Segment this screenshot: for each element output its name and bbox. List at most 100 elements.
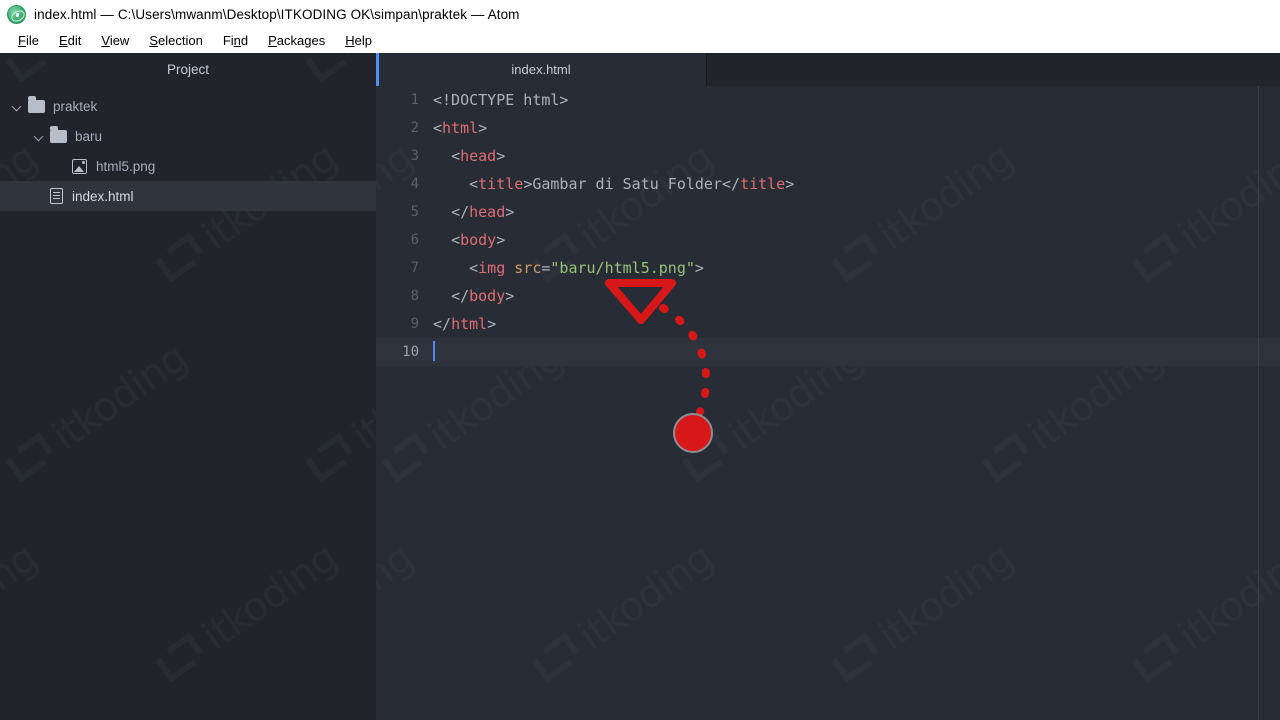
itkoding-logo-icon xyxy=(153,233,209,286)
tab-label: index.html xyxy=(511,62,571,77)
code-token-punct: </ xyxy=(433,315,452,333)
code-token-tag: title xyxy=(478,175,524,193)
code-line-text: </head> xyxy=(433,203,514,221)
itkoding-logo-icon xyxy=(153,633,209,686)
code-token-tag: html xyxy=(442,119,479,137)
code-token-punct: > xyxy=(496,147,506,165)
code-line-text xyxy=(433,341,435,362)
code-token-punct: > xyxy=(694,259,704,277)
watermark-text: itkoding xyxy=(44,335,195,460)
watermark-text: itkoding xyxy=(344,335,376,460)
folder-icon xyxy=(28,96,45,113)
watermark-itkoding: itkoding xyxy=(150,535,345,691)
tabbar-empty-space xyxy=(706,53,1280,86)
file-tree: praktek baru html5.png index.html xyxy=(0,86,376,211)
editor-pane: itkodingitkodingitkodingitkodingitkoding… xyxy=(376,53,1280,720)
code-line-text: <title>Gambar di Satu Folder</title> xyxy=(433,175,794,193)
code-token-tag: html xyxy=(451,315,488,333)
line-number: 7 xyxy=(410,260,419,276)
code-line-text: <img src="baru/html5.png"> xyxy=(433,259,704,277)
code-token-punct: < xyxy=(451,147,461,165)
code-line[interactable]: 3 <head> xyxy=(376,142,1280,170)
menu-item-selection[interactable]: Selection xyxy=(139,30,212,51)
chevron-down-icon[interactable] xyxy=(10,99,24,113)
html-file-icon xyxy=(50,188,63,204)
code-line[interactable]: 4 <title>Gambar di Satu Folder</title> xyxy=(376,170,1280,198)
menu-item-find[interactable]: Find xyxy=(213,30,258,51)
code-token-punct: </ xyxy=(451,287,470,305)
code-line-text: <!DOCTYPE html> xyxy=(433,91,568,109)
code-token-str: "baru/html5.png" xyxy=(550,259,695,277)
folder-icon xyxy=(50,126,67,143)
main-workspace: itkodingitkodingitkodingitkodingitkoding… xyxy=(0,53,1280,720)
text-cursor xyxy=(433,341,435,361)
code-line[interactable]: 7 <img src="baru/html5.png"> xyxy=(376,254,1280,282)
code-token-punct: > xyxy=(496,231,506,249)
code-token-punct: < xyxy=(469,175,479,193)
chevron-down-icon[interactable] xyxy=(32,129,46,143)
code-token-text: Gambar di Satu Folder xyxy=(532,175,722,193)
menubar: File Edit View Selection Find Packages Help xyxy=(0,28,1280,53)
window-titlebar: index.html — C:\Users\mwanm\Desktop\ITKO… xyxy=(0,0,1280,28)
code-token-punct: < xyxy=(451,231,461,249)
code-token-doctype: <!DOCTYPE html> xyxy=(433,91,569,109)
code-token-punct: </ xyxy=(451,203,470,221)
code-line[interactable]: 5 </head> xyxy=(376,198,1280,226)
code-token-punct: > xyxy=(505,287,515,305)
code-token-punct: > xyxy=(523,175,533,193)
code-token-attr: src xyxy=(514,259,542,277)
code-token-punct: > xyxy=(785,175,795,193)
tree-item-html5-png[interactable]: html5.png xyxy=(0,151,376,181)
code-line-text: </html> xyxy=(433,315,496,333)
code-line[interactable]: 1 <!DOCTYPE html> xyxy=(376,86,1280,114)
menu-item-view[interactable]: View xyxy=(91,30,139,51)
watermark-text: itkoding xyxy=(194,535,345,660)
tree-item-baru[interactable]: baru xyxy=(0,121,376,151)
wrap-guide-line xyxy=(1258,86,1259,720)
code-line[interactable]: 9 </html> xyxy=(376,310,1280,338)
code-line[interactable]: 10 xyxy=(376,338,1280,366)
menu-item-file[interactable]: File xyxy=(8,30,49,51)
sidebar-header: Project xyxy=(0,53,376,86)
window-title: index.html — C:\Users\mwanm\Desktop\ITKO… xyxy=(34,6,520,22)
tree-item-label: praktek xyxy=(53,98,98,114)
tab-index-html[interactable]: index.html xyxy=(376,53,706,86)
itkoding-logo-icon xyxy=(3,433,59,486)
line-number: 2 xyxy=(410,120,419,136)
line-number: 10 xyxy=(402,344,419,360)
tree-item-praktek[interactable]: praktek xyxy=(0,91,376,121)
code-token-tag: img xyxy=(478,259,506,277)
menu-item-edit[interactable]: Edit xyxy=(49,30,91,51)
code-token-punct: > xyxy=(487,315,497,333)
tree-item-label: index.html xyxy=(72,188,134,204)
code-line[interactable]: 8 </body> xyxy=(376,282,1280,310)
code-line[interactable]: 6 <body> xyxy=(376,226,1280,254)
code-editor-area[interactable]: 1 <!DOCTYPE html> 2 <html> 3 <head> 4 <title>… xyxy=(376,86,1280,720)
watermark-itkoding: itkoding xyxy=(300,335,376,491)
tree-item-index-html[interactable]: index.html xyxy=(0,181,376,211)
line-number: 6 xyxy=(410,232,419,248)
line-number: 5 xyxy=(410,204,419,220)
image-file-icon xyxy=(72,158,87,174)
line-number: 4 xyxy=(410,176,419,192)
menu-item-help[interactable]: Help xyxy=(335,30,382,51)
code-token-tag: body xyxy=(469,287,506,305)
menu-item-packages[interactable]: Packages xyxy=(258,30,335,51)
tree-item-label: baru xyxy=(75,128,103,144)
line-number: 9 xyxy=(410,316,419,332)
code-line-text: </body> xyxy=(433,287,514,305)
sidebar-header-label: Project xyxy=(166,62,210,77)
atom-logo-icon xyxy=(7,4,26,24)
line-number: 1 xyxy=(410,92,419,108)
code-line-text: <body> xyxy=(433,231,505,249)
project-sidebar: itkodingitkodingitkodingitkodingitkoding… xyxy=(0,53,376,720)
code-line[interactable]: 2 <html> xyxy=(376,114,1280,142)
code-token-tag: head xyxy=(469,203,506,221)
tree-item-label: html5.png xyxy=(96,158,156,174)
code-token-punct: > xyxy=(505,203,515,221)
